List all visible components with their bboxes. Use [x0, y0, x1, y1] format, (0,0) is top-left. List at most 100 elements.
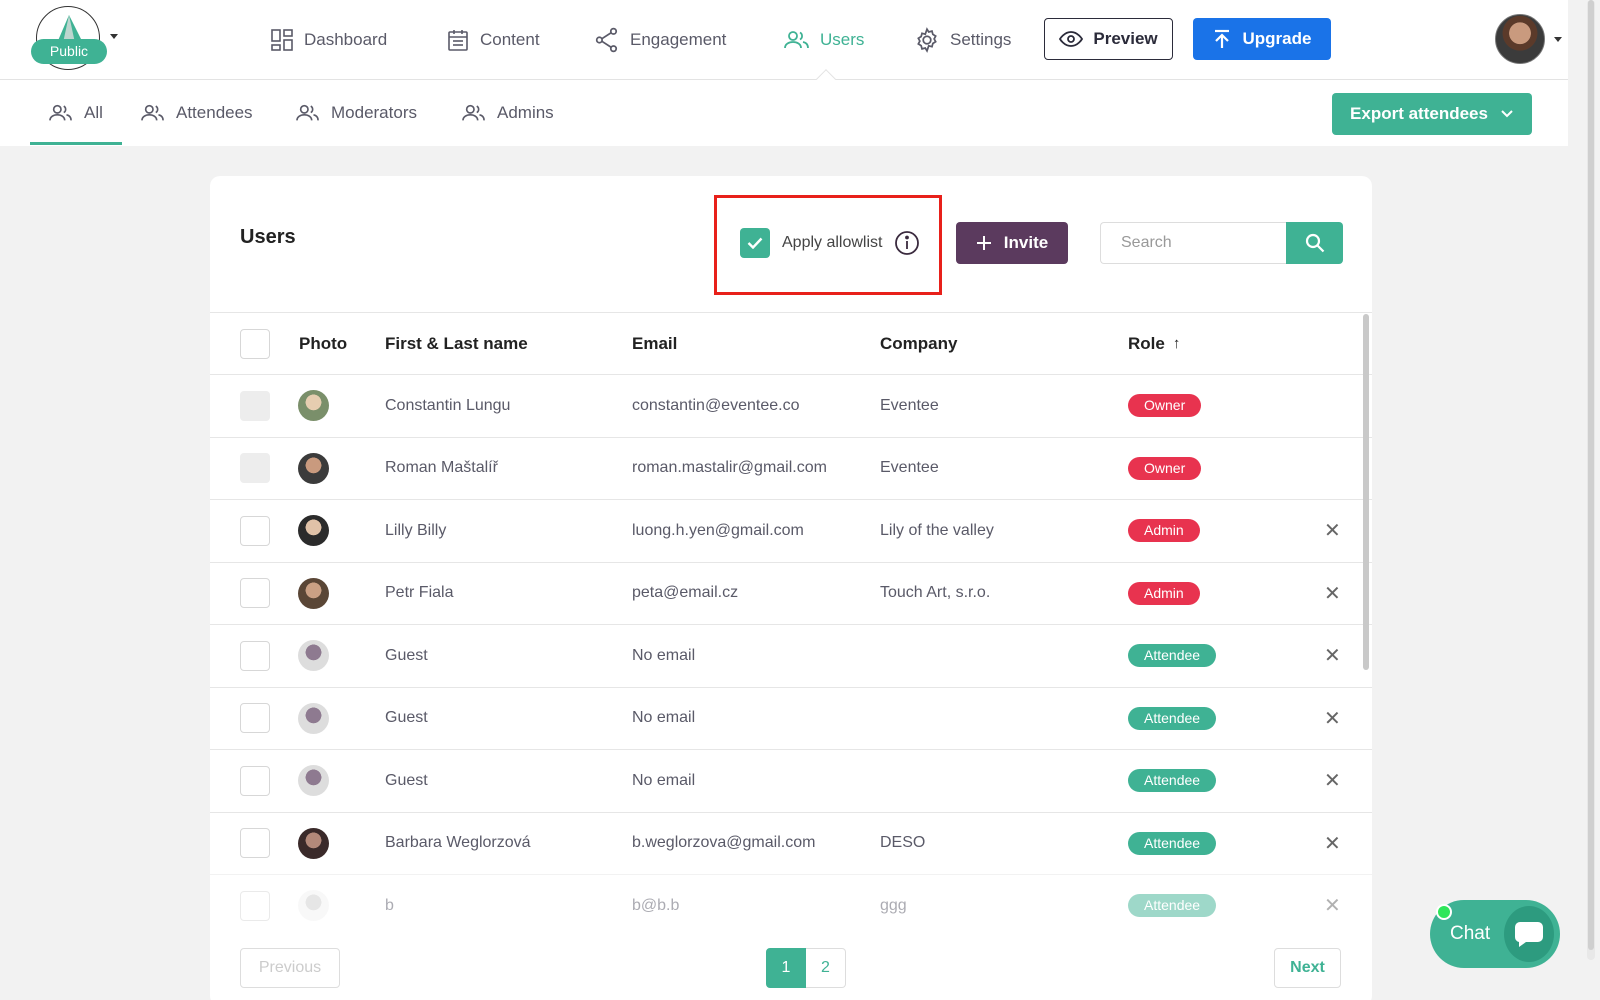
row-checkbox[interactable]: [240, 703, 270, 734]
users-table: Photo First & Last name Email Company Ro…: [210, 312, 1372, 937]
user-avatar[interactable]: [1495, 14, 1545, 64]
user-photo: [298, 640, 329, 672]
remove-user-close-icon[interactable]: ✕: [1324, 563, 1341, 625]
invite-button[interactable]: Invite: [956, 222, 1068, 264]
row-checkbox: [240, 453, 270, 484]
chat-label: Chat: [1450, 923, 1491, 944]
visibility-badge[interactable]: Public: [31, 39, 107, 64]
user-email: peta@email.cz: [632, 584, 739, 602]
dashboard-icon: [271, 29, 293, 51]
user-email: No email: [632, 646, 696, 664]
remove-user-close-icon[interactable]: ✕: [1324, 750, 1341, 812]
user-menu-caret-icon[interactable]: [1554, 37, 1562, 42]
role-badge: Owner: [1128, 394, 1202, 418]
table-row: b b@b.b ggg Attendee ✕: [210, 874, 1372, 937]
gear-icon: [917, 27, 937, 53]
user-email: b@b.b: [632, 896, 680, 914]
page-numbers: 1 2: [766, 948, 846, 988]
tab-moderators-label: Moderators: [331, 103, 417, 122]
row-checkbox: [240, 390, 270, 421]
role-badge: Admin: [1128, 581, 1200, 605]
column-header-company[interactable]: Company: [880, 313, 957, 374]
remove-user-close-icon[interactable]: ✕: [1324, 625, 1341, 687]
remove-user-close-icon[interactable]: ✕: [1324, 688, 1341, 750]
user-name: Guest: [385, 709, 428, 727]
next-page-button[interactable]: Next: [1274, 948, 1341, 988]
remove-user-close-icon[interactable]: ✕: [1324, 875, 1341, 937]
table-scrollbar[interactable]: [1363, 314, 1369, 670]
user-company: Lily of the valley: [880, 521, 994, 539]
nav-users[interactable]: Users: [784, 25, 864, 55]
invite-button-label: Invite: [1003, 233, 1049, 252]
nav-engagement[interactable]: Engagement: [594, 25, 726, 55]
select-all-checkbox[interactable]: [240, 328, 270, 359]
user-name: Guest: [385, 771, 428, 789]
nav-dashboard[interactable]: Dashboard: [270, 25, 387, 55]
row-checkbox[interactable]: [240, 640, 270, 671]
event-menu-caret-icon[interactable]: [110, 34, 118, 39]
role-badge: Owner: [1128, 456, 1202, 480]
user-photo: [298, 765, 329, 797]
tab-admins[interactable]: Admins: [461, 98, 554, 128]
upgrade-button[interactable]: Upgrade: [1193, 18, 1331, 60]
previous-page-button[interactable]: Previous: [240, 948, 340, 988]
nav-users-label: Users: [820, 30, 865, 49]
tab-all[interactable]: All: [48, 98, 103, 128]
row-checkbox[interactable]: [240, 578, 270, 609]
card-title: Users: [240, 226, 296, 248]
search-icon: [1305, 233, 1324, 253]
user-name: Barbara Weglorzová: [385, 834, 531, 852]
role-badge: Attendee: [1128, 831, 1217, 855]
share-icon: [595, 27, 618, 53]
column-header-email[interactable]: Email: [632, 313, 677, 374]
user-company: Eventee: [880, 396, 939, 414]
table-row: Barbara Weglorzová b.weglorzova@gmail.co…: [210, 811, 1372, 875]
users-icon: [462, 104, 485, 121]
table-body: Constantin Lungu constantin@eventee.co E…: [210, 374, 1372, 937]
chat-online-indicator: [1436, 904, 1452, 920]
export-attendees-button[interactable]: Export attendees: [1332, 93, 1532, 135]
row-checkbox[interactable]: [240, 765, 270, 796]
row-checkbox[interactable]: [240, 890, 270, 921]
user-name: Petr Fiala: [385, 584, 454, 602]
column-header-photo: Photo: [299, 333, 348, 353]
nav-content[interactable]: Content: [446, 25, 540, 55]
column-header-name[interactable]: First & Last name: [385, 313, 528, 374]
users-icon: [296, 104, 319, 121]
tab-attendees[interactable]: Attendees: [140, 98, 253, 128]
user-email: No email: [632, 709, 696, 727]
preview-button[interactable]: Preview: [1044, 18, 1173, 60]
plus-icon: [976, 236, 991, 250]
table-row: Constantin Lungu constantin@eventee.co E…: [210, 374, 1372, 437]
sort-ascending-icon: ↑: [1172, 335, 1181, 352]
search-input[interactable]: [1100, 222, 1286, 264]
export-attendees-label: Export attendees: [1350, 104, 1488, 123]
page-scrollbar[interactable]: [1588, 0, 1594, 950]
pagination: Previous 1 2 Next: [210, 948, 1372, 992]
nav-settings-label: Settings: [950, 30, 1012, 49]
top-navigation-bar: Public Dashboard Content Engagement User…: [0, 0, 1568, 89]
allowlist-highlight-box: [714, 195, 942, 295]
page-1-button[interactable]: 1: [766, 948, 806, 988]
tab-moderators[interactable]: Moderators: [295, 98, 417, 128]
remove-user-close-icon[interactable]: ✕: [1324, 500, 1341, 562]
table-row: Roman Maštalíř roman.mastalir@gmail.com …: [210, 436, 1372, 500]
nav-content-label: Content: [480, 30, 540, 49]
user-company: ggg: [880, 896, 907, 914]
role-badge: Attendee: [1128, 769, 1217, 793]
user-email: luong.h.yen@gmail.com: [632, 521, 804, 539]
preview-button-label: Preview: [1093, 29, 1158, 48]
user-photo: [298, 577, 329, 609]
page-2-button[interactable]: 2: [806, 948, 846, 988]
row-checkbox[interactable]: [240, 828, 270, 859]
nav-settings[interactable]: Settings: [914, 25, 1011, 55]
search-button[interactable]: [1286, 222, 1343, 264]
tab-admins-label: Admins: [497, 103, 554, 122]
column-header-role-label: Role: [1128, 333, 1165, 353]
table-row: Guest No email Attendee ✕: [210, 749, 1372, 812]
remove-user-close-icon[interactable]: ✕: [1324, 813, 1341, 875]
eye-icon: [1059, 31, 1084, 47]
column-header-role[interactable]: Role ↑: [1128, 313, 1180, 374]
user-name: Guest: [385, 646, 428, 664]
row-checkbox[interactable]: [240, 515, 270, 546]
